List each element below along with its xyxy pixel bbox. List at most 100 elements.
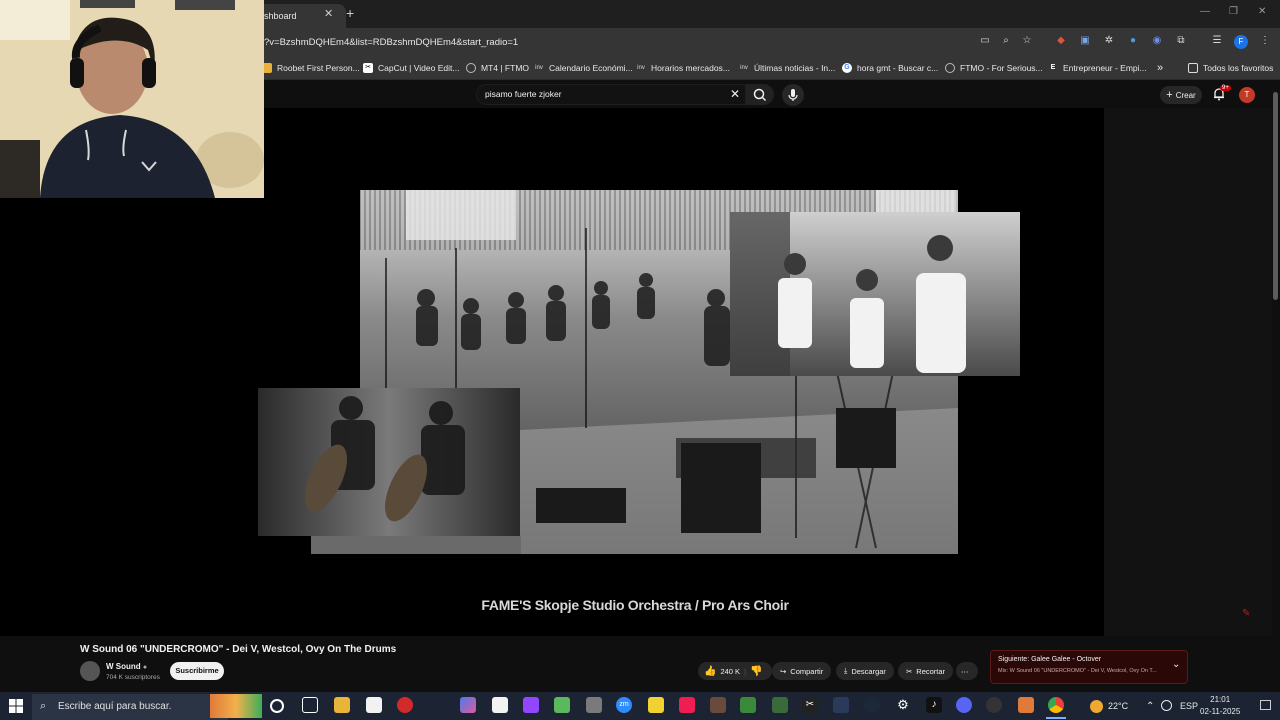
zoom-icon[interactable]: ⌕: [999, 35, 1013, 49]
windows-logo-icon: [9, 699, 23, 713]
network-globe-icon[interactable]: [1161, 700, 1172, 711]
download-icon: ⤓: [844, 666, 848, 675]
video-title: W Sound 06 "UNDERCROMO" - Dei V, Westcol…: [80, 644, 397, 655]
tiktok-icon[interactable]: [679, 697, 695, 713]
notepad-icon[interactable]: [366, 697, 382, 713]
bookmark-item[interactable]: E Entrepreneur - Empi...: [1048, 61, 1147, 75]
bookmark-item[interactable]: inv Últimas noticias - In...: [739, 61, 835, 75]
bookmark-item[interactable]: Ghora gmt - Buscar c...: [842, 61, 938, 75]
profile-icon[interactable]: F: [1234, 35, 1248, 49]
search-button[interactable]: [746, 84, 774, 105]
document-icon[interactable]: [492, 697, 508, 713]
thumbs-down-icon[interactable]: 👎: [750, 666, 762, 677]
close-window-icon[interactable]: ✕: [1258, 6, 1266, 17]
share-button[interactable]: ↪ Compartir: [772, 662, 832, 680]
up-next-playlist: Mix: W Sound 06 "UNDERCROMO" - Dei V, We…: [998, 668, 1157, 674]
tab-title: shboard: [264, 11, 297, 21]
discord-icon[interactable]: [956, 697, 972, 713]
like-count[interactable]: 240 K: [720, 667, 740, 676]
zoom-app-icon[interactable]: zm: [616, 697, 632, 713]
bookmark-item[interactable]: FTMO - For Serious...: [945, 61, 1043, 75]
app-icon[interactable]: [460, 697, 476, 713]
taskbar-search-placeholder[interactable]: Escribe aquí para buscar.: [58, 701, 171, 712]
thumbs-up-icon[interactable]: 👍: [704, 666, 716, 677]
search-query[interactable]: pisamo fuerte zjoker: [485, 89, 562, 99]
tab-close-icon[interactable]: ✕: [324, 7, 333, 20]
weather-sun-icon[interactable]: [1090, 700, 1103, 713]
extension-icon[interactable]: ◆: [1054, 35, 1068, 49]
file-explorer-icon[interactable]: [334, 697, 350, 713]
translate-icon[interactable]: ▣: [1078, 35, 1092, 49]
bookmark-item[interactable]: Roobet First Person...: [262, 61, 360, 75]
download-button[interactable]: ⤓ Descargar: [836, 662, 894, 680]
all-bookmarks-button[interactable]: Todos los favoritos: [1188, 61, 1273, 75]
app-icon[interactable]: [586, 697, 602, 713]
puzzle-icon[interactable]: ⧉: [1174, 35, 1188, 49]
share-icon: ↪: [780, 666, 787, 676]
extension-icon[interactable]: ●: [1126, 35, 1140, 49]
system-clock[interactable]: 21:01 02-11-2025: [1200, 694, 1240, 718]
capcut-icon[interactable]: ✂: [802, 697, 818, 713]
minimize-icon[interactable]: —: [1200, 6, 1210, 17]
create-button[interactable]: + Crear: [1160, 86, 1202, 104]
subscribe-button[interactable]: Suscribirme: [170, 662, 224, 680]
tiktok-icon[interactable]: ♪: [926, 697, 942, 713]
bookmark-item[interactable]: inv Horarios mercados...: [636, 61, 730, 75]
cortana-icon[interactable]: [270, 699, 284, 713]
voice-search-button[interactable]: [782, 84, 804, 106]
clock-time: 21:01: [1210, 695, 1231, 704]
weather-temperature[interactable]: 22°C: [1108, 701, 1128, 711]
investing-icon: inv: [637, 65, 645, 71]
chrome-icon[interactable]: [1048, 697, 1064, 713]
url-text[interactable]: ?v=BzshmDQHEm4&list=RDBzshmDQHEm4&start_…: [264, 37, 518, 48]
app-icon[interactable]: [554, 697, 570, 713]
globe-icon: [466, 63, 476, 73]
webcam-overlay: [0, 0, 264, 198]
app-icon[interactable]: [833, 697, 849, 713]
opera-icon[interactable]: [397, 697, 413, 713]
investing-icon: inv: [740, 65, 748, 71]
account-avatar[interactable]: T: [1239, 87, 1255, 103]
tab-search-icon[interactable]: ☰: [1210, 35, 1224, 49]
scissors-icon: ✂: [906, 666, 913, 676]
settings-gear-icon[interactable]: ⚙: [895, 697, 911, 713]
app-icon[interactable]: [986, 697, 1002, 713]
minecraft-icon[interactable]: [740, 697, 756, 713]
tray-chevron-icon[interactable]: ⌃: [1146, 701, 1154, 712]
chevron-down-icon[interactable]: ⌄: [1172, 659, 1180, 670]
cast-icon[interactable]: ▭: [978, 35, 992, 49]
clear-search-icon[interactable]: ✕: [730, 87, 740, 101]
sticky-notes-icon[interactable]: [648, 697, 664, 713]
input-language[interactable]: ESP: [1180, 701, 1198, 711]
app-icon[interactable]: [710, 697, 726, 713]
more-bookmarks-icon[interactable]: »: [1157, 61, 1163, 75]
channel-watermark-icon[interactable]: ✎: [1242, 608, 1250, 619]
bookmark-item[interactable]: inv Calendario Económi...: [534, 61, 632, 75]
bookmark-item[interactable]: MT4 | FTMO: [466, 61, 529, 75]
extension-icon[interactable]: ◉: [1150, 35, 1164, 49]
new-tab-icon[interactable]: +: [346, 5, 354, 21]
folder-icon: [1188, 63, 1198, 73]
notifications-center-icon[interactable]: [1260, 700, 1271, 710]
restore-icon[interactable]: ❐: [1229, 6, 1238, 17]
channel-name[interactable]: W Sound ●: [106, 662, 147, 671]
windows-start-button[interactable]: [9, 699, 23, 718]
video-caption-text: FAME'S Skopje Studio Orchestra / Pro Ars…: [481, 597, 789, 613]
extension-icon[interactable]: ✲: [1102, 35, 1116, 49]
scrollbar-thumb[interactable]: [1273, 92, 1278, 300]
clip-button[interactable]: ✂ Recortar: [898, 662, 954, 680]
more-actions-button[interactable]: ⋯: [956, 662, 978, 680]
star-icon[interactable]: ☆: [1020, 35, 1034, 49]
menu-kebab-icon[interactable]: ⋮: [1258, 35, 1272, 49]
search-highlight-icon: [210, 694, 262, 718]
entrepreneur-icon: E: [1050, 64, 1056, 71]
bookmark-item[interactable]: ✂ CapCut | Video Edit...: [363, 61, 459, 75]
twitch-icon[interactable]: [523, 697, 539, 713]
channel-avatar[interactable]: [80, 661, 100, 681]
investing-icon: inv: [535, 65, 543, 71]
task-view-icon[interactable]: [302, 697, 318, 713]
app-icon[interactable]: [1018, 697, 1034, 713]
steam-icon[interactable]: [864, 697, 880, 713]
app-icon[interactable]: [772, 697, 788, 713]
active-app-indicator: [1046, 717, 1066, 719]
